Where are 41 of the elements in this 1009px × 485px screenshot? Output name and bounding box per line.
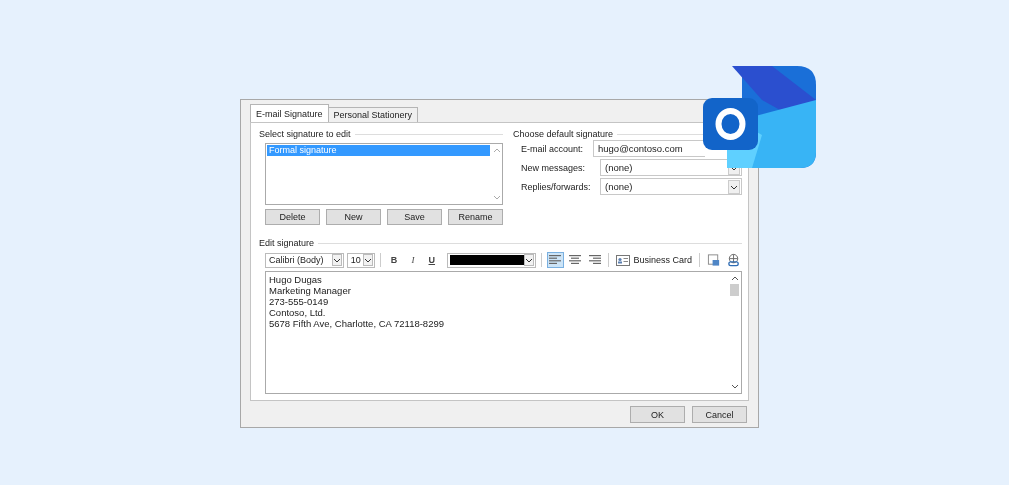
color-dropdown[interactable]: [446, 252, 536, 268]
dialog-button[interactable]: Cancel: [692, 406, 747, 423]
dropdown[interactable]: (none): [600, 178, 742, 195]
dialog-button[interactable]: Rename: [448, 209, 503, 225]
section-title: Edit signature: [259, 238, 315, 248]
scroll-down-icon[interactable]: [730, 384, 739, 390]
picture-insert-icon[interactable]: [706, 253, 720, 267]
font-dropdown[interactable]: Calibri (Body): [265, 252, 344, 268]
tab[interactable]: Personal Stationery: [327, 107, 419, 122]
field-label: E-mail account:: [521, 143, 585, 154]
signature-line: Contoso, Ltd.: [269, 307, 327, 318]
dialog-button[interactable]: New: [326, 209, 381, 225]
scroll-up-icon[interactable]: [730, 275, 739, 281]
caret-icon: [523, 254, 534, 266]
field-label: Replies/forwards:: [521, 181, 592, 192]
account-field[interactable]: hugo@contoso.com: [593, 140, 705, 157]
hyperlink-icon[interactable]: [726, 253, 740, 267]
dialog-button[interactable]: Delete: [265, 209, 320, 225]
field-label: New messages:: [521, 162, 587, 173]
format-button[interactable]: U: [423, 252, 440, 268]
contact-card-icon: [616, 254, 631, 266]
signature-line: Hugo Dugas: [269, 274, 323, 285]
section-title: Select signature to edit: [259, 129, 351, 139]
dialog-button[interactable]: Save: [387, 209, 442, 225]
size-dropdown[interactable]: 10: [346, 252, 376, 268]
business-card-button[interactable]: Business Card: [614, 252, 694, 268]
caret-icon: [728, 179, 740, 194]
dialog-button[interactable]: OK: [630, 406, 685, 423]
signature-line: 5678 Fifth Ave, Charlotte, CA 72118-8299: [269, 318, 445, 329]
caret-icon: [363, 254, 374, 266]
scroll-thumb[interactable]: [730, 284, 739, 296]
align-button[interactable]: [546, 252, 564, 268]
signature-line: Marketing Manager: [269, 285, 352, 296]
tab[interactable]: E-mail Signature: [250, 104, 329, 122]
format-button[interactable]: B: [386, 252, 402, 268]
caret-icon: [331, 254, 342, 266]
signature-line: 273-555-0149: [269, 296, 330, 307]
signature-editor[interactable]: Hugo Dugas Marketing Manager 273-555-0149 Contoso, Ltd. 5678 Fifth Ave, Charlotte, CA 72118-8299: [265, 271, 742, 394]
dropdown[interactable]: (none): [600, 159, 742, 176]
format-button[interactable]: I: [405, 252, 421, 268]
section-title: Choose default signature: [513, 129, 614, 139]
